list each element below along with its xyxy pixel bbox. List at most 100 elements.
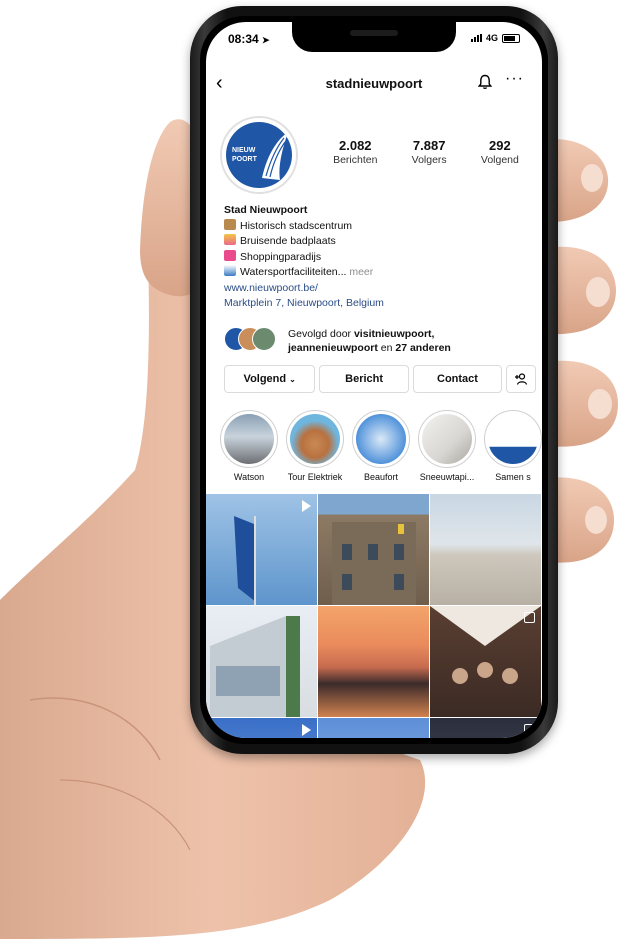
status-time: 08:34 ➤ (228, 32, 270, 46)
stat-posts-label: Berichten (333, 154, 378, 166)
address-link[interactable]: Marktplein 7, Nieuwpoort, Belgium (224, 297, 384, 309)
bio-line-1: Historisch stadscentrum (224, 218, 534, 235)
flag-image (234, 516, 256, 605)
contact-button[interactable]: Contact (412, 365, 503, 393)
status-indicators: 4G (470, 33, 520, 43)
stat-posts-value: 2.082 (339, 138, 372, 153)
photo-scene: 08:34 ➤ 4G ‹ stadnieuwpoort ··· NIEUW PO… (0, 0, 620, 939)
highlight-image (356, 414, 406, 464)
building-icon (224, 218, 236, 230)
avatar-logo: NIEUW POORT (226, 122, 292, 188)
highlight-ring (352, 410, 410, 468)
stat-followers-label: Volgers (411, 154, 447, 166)
stat-posts[interactable]: 2.082 Berichten (333, 138, 377, 166)
avatar-text-line2: POORT (232, 156, 257, 163)
building-image (210, 616, 300, 717)
status-time-text: 08:34 (228, 32, 259, 46)
highlight-ring (484, 410, 542, 468)
stat-followers-value: 7.887 (412, 138, 446, 153)
followed-by-text: Gevolgd door visitnieuwpoort, jeannenieu… (288, 327, 451, 355)
highlight-item[interactable]: Sneeuwtapi... (416, 410, 478, 482)
profile-bio: Stad Nieuwpoort Historisch stadscentrum … (224, 203, 534, 312)
phone-screen: 08:34 ➤ 4G ‹ stadnieuwpoort ··· NIEUW PO… (206, 22, 542, 738)
highlight-ring (286, 410, 344, 468)
highlight-image (290, 414, 340, 464)
highlight-item[interactable]: Beaufort (350, 410, 412, 482)
highlight-label: Watson (233, 472, 265, 482)
bio-line-3-text: Shoppingparadijs (240, 250, 322, 263)
chevron-down-icon: ⌄ (289, 374, 296, 384)
more-options-icon[interactable]: ··· (505, 70, 524, 88)
highlight-item[interactable]: Tour Elektriek (284, 410, 346, 482)
add-person-button[interactable] (506, 365, 537, 393)
post-thumbnail[interactable] (206, 494, 317, 605)
following-button-label: Volgend (243, 373, 287, 385)
bio-line-4-text: Watersportfaciliteiten... (240, 266, 347, 278)
highlight-label: Tour Elektriek (287, 472, 343, 482)
sailboat-icon (224, 265, 236, 276)
profile-header: ‹ stadnieuwpoort ··· (206, 70, 542, 100)
stat-followers[interactable]: 7.887 Volgers (412, 138, 447, 166)
bio-line-3: Shoppingparadijs (224, 249, 534, 266)
play-icon (302, 724, 311, 736)
followed-by-others: 27 anderen (395, 342, 451, 354)
battery-icon (502, 33, 520, 43)
contact-button-label: Contact (437, 373, 478, 385)
speaker (350, 30, 398, 36)
add-person-icon (515, 373, 528, 385)
highlight-item[interactable]: Watson (218, 410, 280, 482)
notch (292, 22, 456, 52)
location-arrow-icon: ➤ (262, 35, 270, 45)
post-thumbnail[interactable] (318, 606, 429, 717)
bio-line-1-text: Historisch stadscentrum (240, 219, 353, 232)
carousel-icon (524, 612, 535, 623)
post-thumbnail[interactable] (318, 718, 429, 738)
highlight-ring (418, 410, 476, 468)
highlight-item[interactable]: Samen s (482, 410, 542, 482)
avatar-logo-text: NIEUW POORT (232, 146, 257, 164)
phone-device: 08:34 ➤ 4G ‹ stadnieuwpoort ··· NIEUW PO… (190, 6, 558, 754)
stat-following[interactable]: 292 Volgend (481, 138, 519, 166)
following-button[interactable]: Volgend ⌄ (224, 365, 316, 393)
post-thumbnail[interactable] (430, 606, 541, 717)
carousel-icon (524, 724, 535, 735)
bio-line-2-text: Bruisende badplaats (240, 235, 336, 247)
story-highlights: Watson Tour Elektriek Beaufort Sneeuwtap… (218, 410, 542, 486)
followed-by[interactable]: Gevolgd door visitnieuwpoort, jeannenieu… (224, 325, 534, 355)
post-grid (206, 494, 542, 738)
beach-icon (224, 234, 236, 245)
highlight-ring (220, 410, 278, 468)
bio-line-4: Watersportfaciliteiten... meer (224, 265, 534, 281)
network-label: 4G (485, 33, 498, 43)
highlight-label: Beaufort (363, 472, 399, 482)
highlight-image (422, 414, 472, 464)
post-thumbnail[interactable] (206, 718, 317, 738)
bio-line-2: Bruisende badplaats (224, 234, 534, 250)
highlight-label: Sneeuwtapi... (419, 472, 475, 482)
followed-by-account-2: jeannenieuwpoort (288, 342, 378, 354)
profile-actions: Volgend ⌄ Bericht Contact (224, 365, 537, 393)
signal-icon (470, 34, 482, 42)
townhall-image (332, 522, 416, 605)
post-thumbnail[interactable] (430, 718, 541, 738)
message-button[interactable]: Bericht (319, 365, 409, 393)
avatar-text-line1: NIEUW (232, 147, 256, 154)
bio-more-link[interactable]: meer (349, 266, 373, 278)
website-link[interactable]: www.nieuwpoort.be/ (224, 282, 318, 294)
followed-by-conjunction: en (380, 342, 393, 354)
shopping-bags-icon (224, 249, 236, 261)
post-thumbnail[interactable] (430, 494, 541, 605)
stat-following-label: Volgend (480, 154, 519, 166)
message-button-label: Bericht (345, 373, 384, 385)
bell-icon[interactable] (478, 74, 492, 90)
post-thumbnail[interactable] (206, 606, 317, 717)
followed-by-prefix: Gevolgd door (288, 328, 352, 340)
profile-avatar[interactable]: NIEUW POORT (220, 116, 298, 194)
followed-by-account-1: visitnieuwpoort, (353, 328, 435, 340)
profile-display-name: Stad Nieuwpoort (224, 204, 308, 216)
highlight-label: Samen s (495, 472, 531, 482)
post-thumbnail[interactable] (318, 494, 429, 605)
profile-stats: 2.082 Berichten 7.887 Volgers 292 Volgen… (316, 138, 536, 166)
sail-logo-icon (262, 132, 288, 180)
highlight-image (488, 414, 538, 464)
